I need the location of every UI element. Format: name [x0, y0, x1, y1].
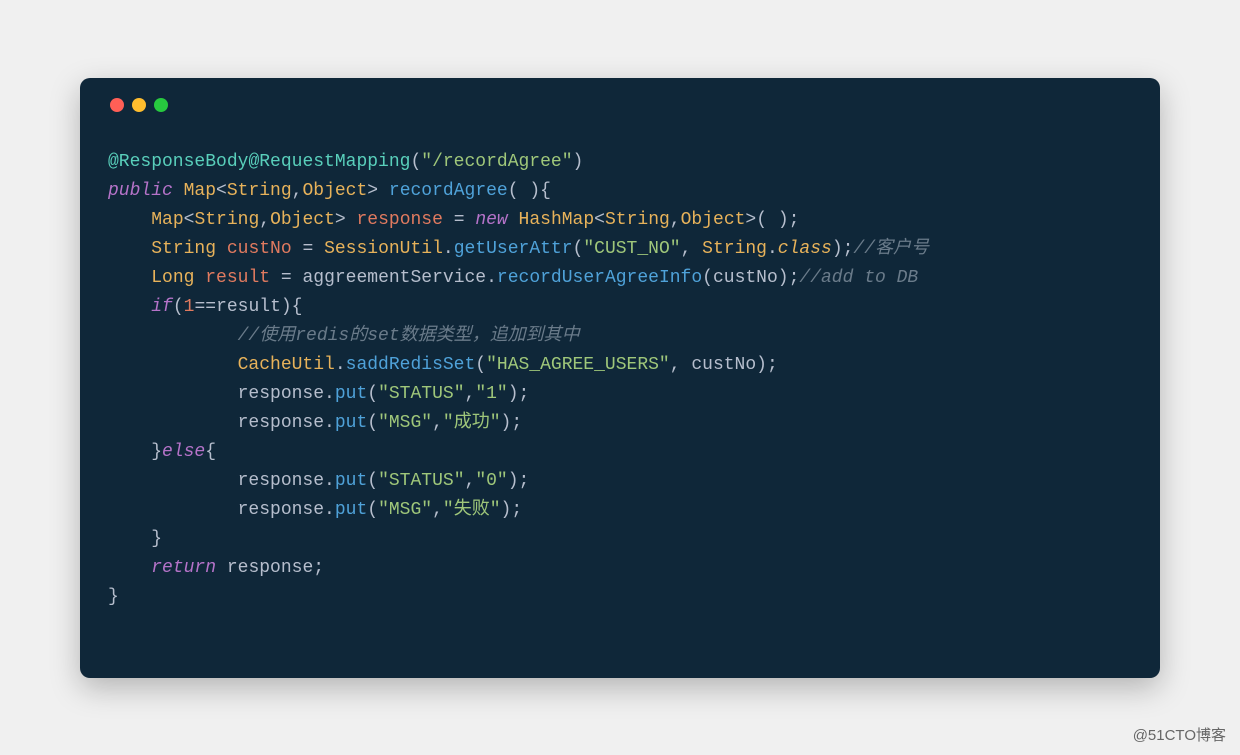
annotation-responsebody: @ResponseBody [108, 152, 248, 172]
close-icon[interactable] [110, 98, 124, 112]
code-window: @ResponseBody@RequestMapping("/recordAgr… [80, 78, 1160, 678]
annotation-requestmapping: @RequestMapping [248, 152, 410, 172]
minimize-icon[interactable] [132, 98, 146, 112]
zoom-icon[interactable] [154, 98, 168, 112]
watermark: @51CTO博客 [1133, 724, 1226, 745]
method-recordagree: recordAgree [389, 181, 508, 201]
code-block: @ResponseBody@RequestMapping("/recordAgr… [108, 148, 1132, 612]
window-controls [110, 98, 1132, 112]
